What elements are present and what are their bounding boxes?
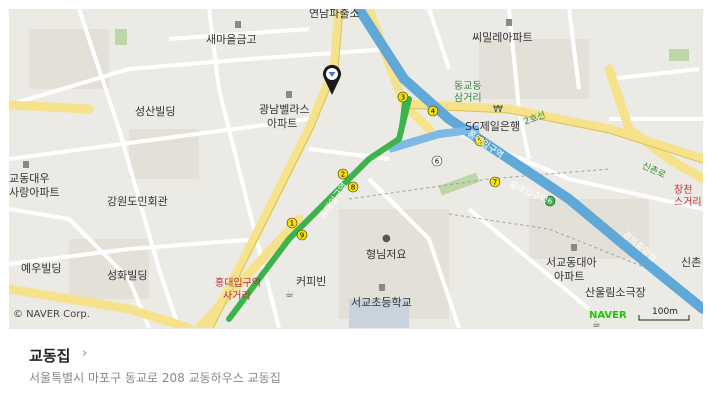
svg-text:6: 6 (435, 158, 440, 166)
place-address: 서울특별시 마포구 동교로 208 교동하우스 교동집 (29, 371, 281, 385)
label-gyodong-2: 사랑아파트 (9, 186, 60, 199)
svg-text:7: 7 (493, 179, 497, 187)
map-view[interactable]: 3 4 5 6 7 6 2 8 1 9 연남파출소 새마을금고 씨밀레아파트 동… (9, 9, 703, 328)
label-hongdae-2: 사거리 (223, 291, 251, 302)
label-saemaeul: 새마을금고 (206, 33, 257, 46)
label-gwangnam-2: 아파트 (267, 117, 298, 130)
map-card[interactable]: 3 4 5 6 7 6 2 8 1 9 연남파출소 새마을금고 씨밀레아파트 동… (9, 9, 703, 394)
label-hyeongnim: 형님저요 (366, 248, 407, 261)
label-gangwon: 강원도민회관 (107, 195, 168, 208)
label-gyodong-1: 교동대우 (9, 172, 50, 185)
location-pin-icon[interactable] (322, 64, 342, 96)
label-dongdong-2: 삼거리 (454, 93, 482, 104)
label-seogyo-2: 아파트 (554, 270, 585, 283)
svg-text:4: 4 (431, 108, 436, 116)
label-seongsan: 성산빌딩 (135, 105, 176, 118)
cafe-icon: ☕ (285, 289, 294, 300)
bank-icon: ₩ (493, 104, 503, 115)
scale-label: 100m (652, 307, 678, 317)
label-sinch: 신촌 (681, 256, 702, 269)
svg-text:3: 3 (401, 94, 405, 102)
svg-text:9: 9 (300, 232, 304, 240)
place-name[interactable]: 교동집 (29, 345, 70, 366)
label-coffee: 커피빈 (296, 275, 327, 288)
label-hongdae-1: 홍대입구역 (215, 278, 261, 289)
svg-text:2: 2 (341, 171, 345, 179)
restaurant-icon: ● (382, 233, 391, 244)
label-seogyo-school: 서교초등학교 (351, 296, 412, 309)
label-seogyo-1: 서교동대아 (546, 256, 597, 269)
label-sinol: 산울림소극장 (585, 286, 646, 299)
label-police: 연남파출소 (309, 9, 360, 20)
svg-text:1: 1 (290, 220, 294, 228)
map-attribution: © NAVER Corp. (13, 309, 90, 320)
chevron-right-icon[interactable]: › (82, 346, 87, 361)
label-yeui: 예우빌딩 (21, 262, 62, 275)
label-gwangnam-1: 광남벨라스 (259, 103, 310, 116)
svg-text:6: 6 (548, 198, 553, 206)
label-seonghwa: 성화빌딩 (107, 269, 148, 282)
label-changcheon-2: 스거리 (674, 197, 702, 208)
place-info[interactable]: 교동집 › 서울특별시 마포구 동교로 208 교동하우스 교동집 (9, 328, 703, 394)
naver-logo: NAVER (589, 310, 627, 321)
label-ssimille: 씨밀레아파트 (472, 31, 533, 44)
